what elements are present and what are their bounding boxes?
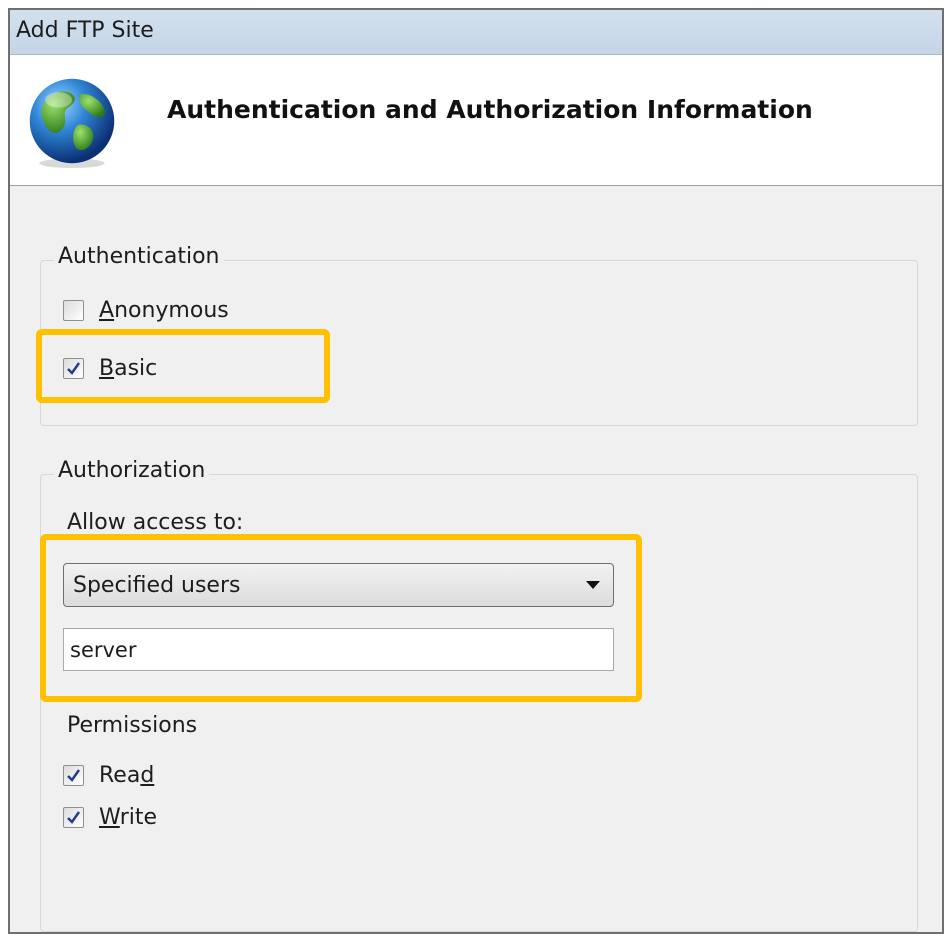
globe-icon <box>29 78 115 169</box>
allow-access-label: Allow access to: <box>67 510 244 535</box>
basic-checkbox[interactable] <box>63 357 84 379</box>
write-label-accelerator: W <box>99 804 120 830</box>
write-checkbox[interactable] <box>63 806 84 828</box>
authentication-legend: Authentication <box>54 244 224 269</box>
checkmark-icon <box>67 361 81 375</box>
read-checkbox[interactable] <box>63 764 84 786</box>
page-title: Authentication and Authorization Informa… <box>167 95 813 124</box>
authorization-legend: Authorization <box>54 458 210 483</box>
write-label: Write <box>99 805 157 830</box>
checkmark-icon <box>67 768 81 782</box>
wizard-header: Authentication and Authorization Informa… <box>10 55 942 186</box>
read-label-start: Rea <box>99 762 141 788</box>
users-input[interactable]: server <box>63 628 614 671</box>
authentication-group <box>40 260 918 426</box>
chevron-down-icon[interactable] <box>573 580 613 590</box>
basic-checkbox-row[interactable]: Basic <box>63 353 157 383</box>
read-checkbox-row[interactable]: Read <box>63 760 154 790</box>
write-label-rest: rite <box>119 804 158 830</box>
anonymous-checkbox-row[interactable]: Anonymous <box>63 295 229 325</box>
anonymous-label: Anonymous <box>99 298 229 323</box>
checkmark-icon <box>67 810 81 824</box>
permissions-label: Permissions <box>67 713 198 738</box>
users-input-value: server <box>70 637 137 662</box>
read-label-accelerator: d <box>140 762 155 788</box>
authorization-group <box>40 474 918 932</box>
read-label: Read <box>99 763 154 788</box>
anonymous-checkbox[interactable] <box>63 299 84 321</box>
basic-label-accelerator: B <box>99 355 115 381</box>
anonymous-label-accelerator: A <box>99 297 115 323</box>
title-bar: Add FTP Site <box>10 10 942 55</box>
write-checkbox-row[interactable]: Write <box>63 802 157 832</box>
basic-label: Basic <box>99 356 157 381</box>
allow-access-dropdown[interactable]: Specified users <box>63 563 614 607</box>
add-ftp-site-window: Add FTP Site Authentication and Authoriz… <box>8 8 944 934</box>
basic-label-rest: asic <box>114 355 158 381</box>
anonymous-label-rest: nonymous <box>114 297 229 323</box>
window-title: Add FTP Site <box>16 18 154 43</box>
allow-access-value: Specified users <box>73 572 241 598</box>
